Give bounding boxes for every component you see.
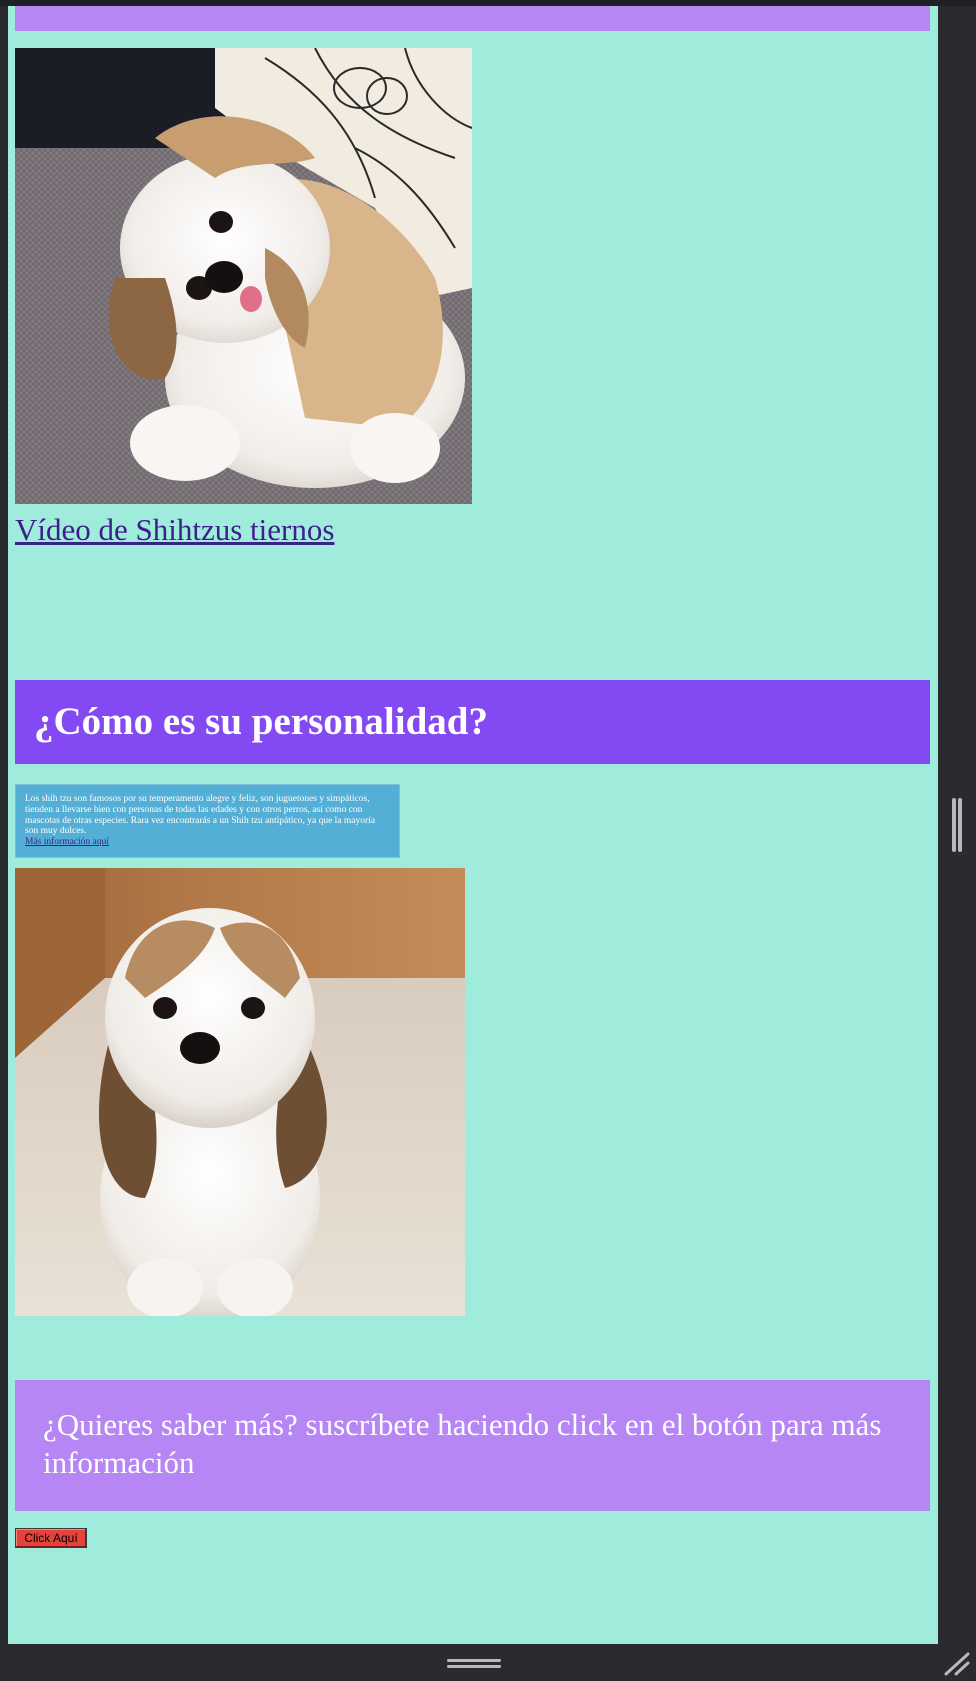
drag-handle-icon[interactable]	[950, 798, 964, 852]
personality-info-box: Los shih tzu son famosos por su temperam…	[15, 784, 400, 858]
resize-corner-icon[interactable]	[944, 1652, 972, 1676]
personality-description: Los shih tzu son famosos por su temperam…	[25, 794, 376, 837]
section-title: ¿Cómo es su personalidad?	[34, 700, 488, 743]
subscribe-text: ¿Quieres saber más? suscríbete haciendo …	[43, 1407, 882, 1480]
click-here-button[interactable]: Click Aquí	[15, 1528, 87, 1548]
bottom-bar	[0, 1644, 976, 1678]
shih-tzu-photo-sofa	[15, 48, 472, 504]
shih-tzu-photo-floor	[15, 868, 465, 1316]
more-info-link[interactable]: Más información aquí	[25, 837, 109, 847]
page-viewport[interactable]: Vídeo de Shihtzus tiernos ¿Cómo es su pe…	[8, 6, 938, 1644]
drag-handle-icon[interactable]	[447, 1659, 501, 1669]
subscribe-banner: ¿Quieres saber más? suscríbete haciendo …	[15, 1380, 930, 1511]
top-banner	[15, 6, 930, 31]
personality-section-header: ¿Cómo es su personalidad?	[15, 680, 930, 764]
video-link[interactable]: Vídeo de Shihtzus tiernos	[15, 512, 334, 548]
